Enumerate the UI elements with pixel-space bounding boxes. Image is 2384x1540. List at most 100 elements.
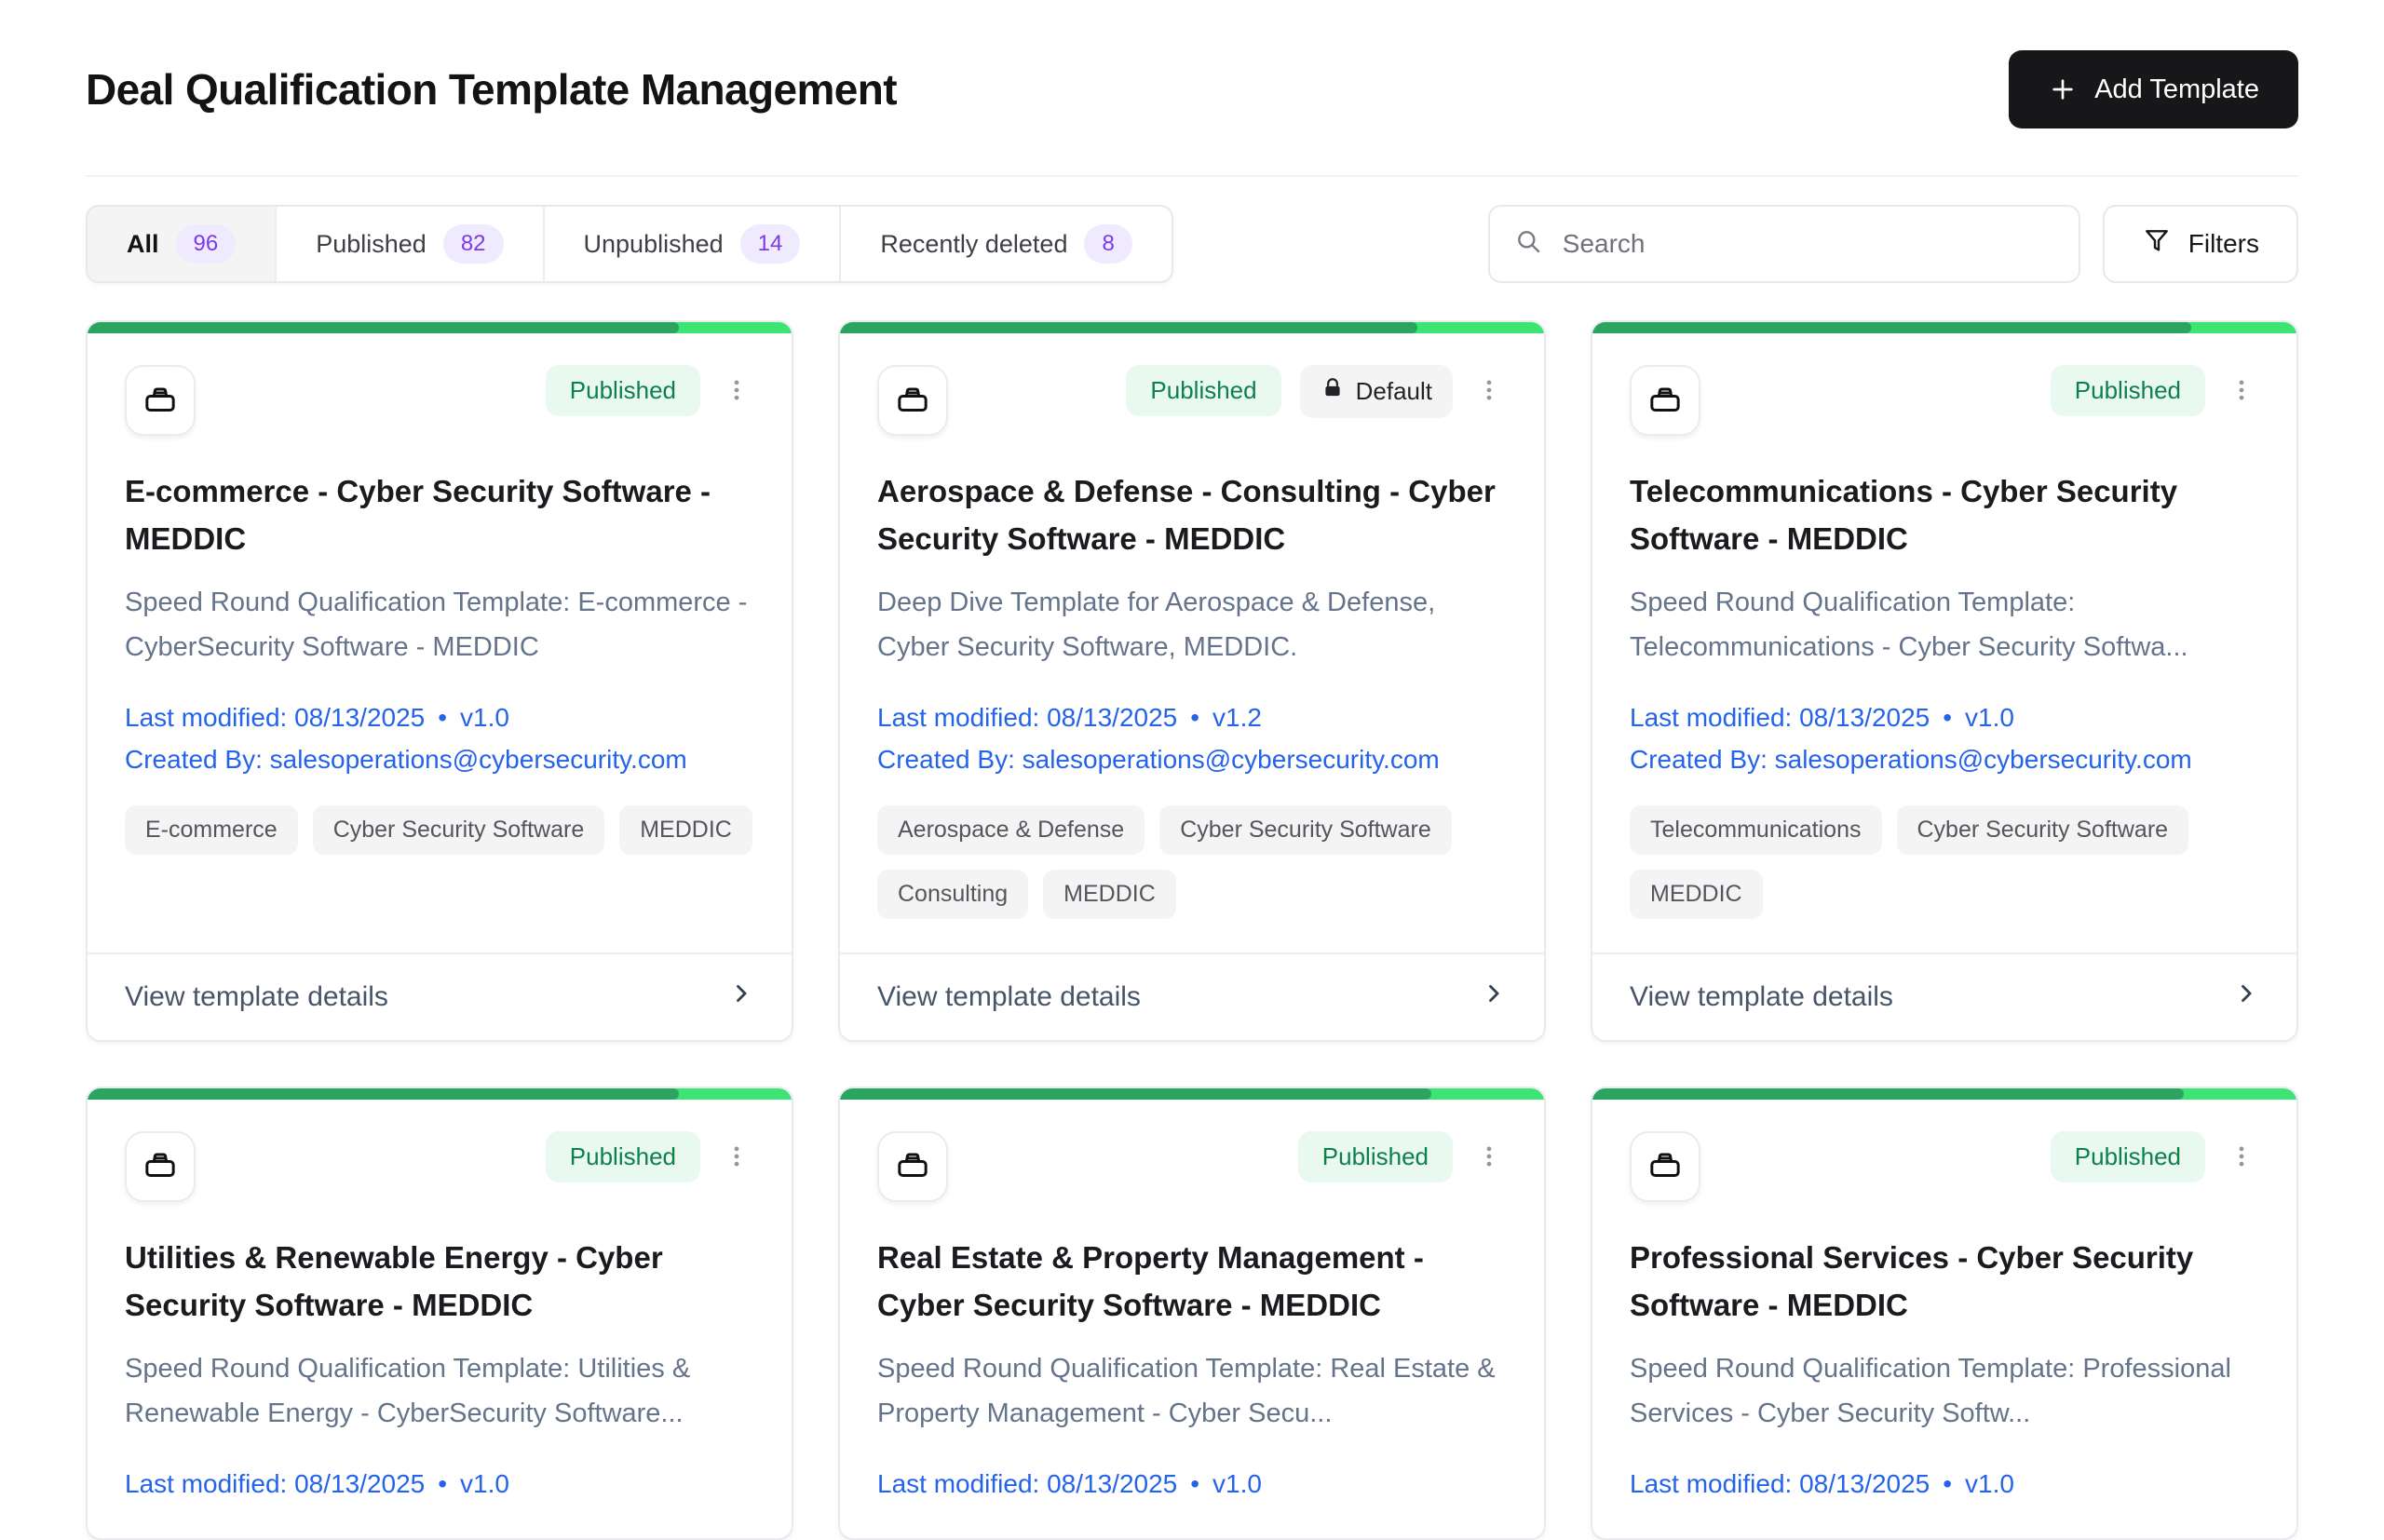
version-link[interactable]: v1.0 bbox=[1965, 703, 2014, 732]
card-title: E-commerce - Cyber Security Software - M… bbox=[125, 467, 754, 562]
card-tags: Aerospace & Defense Cyber Security Softwa… bbox=[877, 805, 1507, 919]
card-badges: Published bbox=[1298, 1131, 1507, 1184]
tab-count-badge: 82 bbox=[443, 224, 504, 263]
card-meta-line1: Last modified: 08/13/2025 • v1.2 bbox=[877, 696, 1507, 738]
version-link[interactable]: v1.0 bbox=[460, 703, 509, 732]
last-modified-link[interactable]: Last modified: 08/13/2025 bbox=[125, 703, 425, 732]
card-progress-bar bbox=[88, 1088, 792, 1100]
briefcase-icon bbox=[894, 380, 931, 422]
kebab-menu-button[interactable] bbox=[2224, 1131, 2259, 1184]
tab-count-badge: 96 bbox=[176, 224, 237, 263]
version-link[interactable]: v1.2 bbox=[1212, 703, 1262, 732]
view-template-details-link[interactable]: View template details bbox=[88, 952, 792, 1040]
card-description: Speed Round Qualification Template: Real… bbox=[877, 1347, 1507, 1437]
status-badge: Published bbox=[2051, 1131, 2205, 1182]
card-top-row: Published bbox=[1630, 1131, 2259, 1202]
meta-dot: • bbox=[438, 703, 447, 732]
tag-pill: Cyber Security Software bbox=[313, 805, 605, 855]
template-icon-box bbox=[1630, 1131, 1700, 1202]
card-meta-line1: Last modified: 08/13/2025•v1.0 bbox=[1630, 696, 2259, 738]
toolbar-right: Filters bbox=[1488, 205, 2298, 283]
search-input[interactable] bbox=[1561, 228, 2054, 260]
card-title: Aerospace & Defense - Consulting - Cyber… bbox=[877, 467, 1507, 562]
default-badge-label: Default bbox=[1356, 377, 1432, 406]
card-title: Utilities & Renewable Energy - Cyber Sec… bbox=[125, 1234, 754, 1329]
view-template-details-link[interactable]: View template details bbox=[1592, 952, 2296, 1040]
card-meta-line1: Last modified: 08/13/2025•v1.0 bbox=[125, 1463, 754, 1505]
card-meta: Last modified: 08/13/2025 • v1.2 Created B… bbox=[877, 696, 1507, 781]
template-card: Published E-commerce - Cyber Security So… bbox=[86, 320, 793, 1042]
card-top-row: Published Default bbox=[877, 365, 1507, 436]
card-description: Speed Round Qualification Template: E-co… bbox=[125, 581, 754, 670]
kebab-menu-button[interactable] bbox=[1471, 1131, 1507, 1184]
page-root: Deal Qualification Template Management A… bbox=[0, 0, 2384, 1540]
kebab-menu-button[interactable] bbox=[1471, 365, 1507, 418]
tab-unpublished[interactable]: Unpublished 14 bbox=[543, 207, 840, 281]
briefcase-icon bbox=[142, 380, 179, 422]
filters-button[interactable]: Filters bbox=[2103, 205, 2298, 283]
card-progress-fill bbox=[840, 1088, 1431, 1100]
card-progress-bar bbox=[1592, 322, 2296, 333]
card-meta: Last modified: 08/13/2025 • v1.0 Created B… bbox=[125, 696, 754, 781]
last-modified-link[interactable]: Last modified: 08/13/2025 bbox=[125, 1469, 425, 1498]
kebab-menu-button[interactable] bbox=[719, 1131, 754, 1184]
created-by-link[interactable]: Created By: salesoperations@cybersecurit… bbox=[125, 738, 754, 780]
card-description: Speed Round Qualification Template: Prof… bbox=[1630, 1347, 2259, 1437]
card-progress-bar bbox=[88, 322, 792, 333]
card-progress-fill bbox=[1592, 322, 2191, 333]
template-icon-box bbox=[125, 365, 196, 436]
tag-pill: MEDDIC bbox=[1043, 870, 1176, 919]
template-card: Published Real Estate & Property Managem… bbox=[838, 1087, 1546, 1540]
last-modified-link[interactable]: Last modified: 08/13/2025 bbox=[877, 703, 1177, 732]
kebab-menu-button[interactable] bbox=[719, 365, 754, 418]
tag-pill: Aerospace & Defense bbox=[877, 805, 1145, 855]
tab-label: Recently deleted bbox=[880, 230, 1067, 259]
created-by-link[interactable]: Created By: salesoperations@cybersecurit… bbox=[877, 738, 1507, 780]
meta-dot: • bbox=[1190, 703, 1199, 732]
controls-row: All 96 Published 82 Unpublished 14 Recen… bbox=[86, 205, 2298, 283]
kebab-menu-button[interactable] bbox=[2224, 365, 2259, 418]
add-template-button[interactable]: Add Template bbox=[2009, 50, 2298, 128]
tab-recently-deleted[interactable]: Recently deleted 8 bbox=[839, 207, 1172, 281]
version-link[interactable]: v1.0 bbox=[1212, 1469, 1262, 1498]
card-tags: E-commerce Cyber Security Software MEDDIC bbox=[125, 805, 754, 855]
version-link[interactable]: v1.0 bbox=[1965, 1469, 2014, 1498]
created-by-link[interactable]: Created By: salesoperations@cybersecurit… bbox=[1630, 738, 2259, 780]
template-card: Published Default Aerospace & Defense - … bbox=[838, 320, 1546, 1042]
tag-pill: Cyber Security Software bbox=[1159, 805, 1452, 855]
tag-pill: MEDDIC bbox=[1630, 870, 1763, 919]
last-modified-link[interactable]: Last modified: 08/13/2025 bbox=[1630, 1469, 1930, 1498]
filters-label: Filters bbox=[2188, 229, 2259, 259]
last-modified-link[interactable]: Last modified: 08/13/2025 bbox=[877, 1469, 1177, 1498]
last-modified-link[interactable]: Last modified: 08/13/2025 bbox=[1630, 703, 1930, 732]
card-badges: Published bbox=[2051, 365, 2259, 418]
card-badges: Published bbox=[546, 1131, 754, 1184]
meta-dot: • bbox=[1190, 1469, 1199, 1498]
template-card: Published Utilities & Renewable Energy -… bbox=[86, 1087, 793, 1540]
view-details-label: View template details bbox=[877, 981, 1141, 1013]
card-badges: Published Default bbox=[1126, 365, 1507, 418]
cards-grid: Published E-commerce - Cyber Security So… bbox=[86, 320, 2298, 1540]
card-badges: Published bbox=[2051, 1131, 2259, 1184]
tab-label: Published bbox=[316, 230, 427, 259]
status-badge: Published bbox=[1298, 1131, 1453, 1182]
card-top-row: Published bbox=[125, 365, 754, 436]
card-progress-bar bbox=[840, 322, 1544, 333]
version-link[interactable]: v1.0 bbox=[460, 1469, 509, 1498]
tab-published[interactable]: Published 82 bbox=[275, 207, 542, 281]
tag-pill: E-commerce bbox=[125, 805, 298, 855]
tag-pill: MEDDIC bbox=[619, 805, 752, 855]
template-card: Published Professional Services - Cyber … bbox=[1591, 1087, 2298, 1540]
page-title: Deal Qualification Template Management bbox=[86, 64, 897, 115]
card-meta-line1: Last modified: 08/13/2025•v1.0 bbox=[1630, 1463, 2259, 1505]
view-template-details-link[interactable]: View template details bbox=[840, 952, 1544, 1040]
page-header: Deal Qualification Template Management A… bbox=[86, 0, 2298, 128]
tab-all[interactable]: All 96 bbox=[88, 207, 275, 281]
card-top-row: Published bbox=[877, 1131, 1507, 1202]
header-divider bbox=[86, 175, 2298, 177]
card-progress-fill bbox=[1592, 1088, 2184, 1100]
status-badge: Published bbox=[546, 1131, 700, 1182]
tab-label: All bbox=[127, 230, 159, 259]
card-body: Published Telecommunications - Cyber Sec… bbox=[1592, 333, 2296, 952]
card-description: Speed Round Qualification Template: Util… bbox=[125, 1347, 754, 1437]
